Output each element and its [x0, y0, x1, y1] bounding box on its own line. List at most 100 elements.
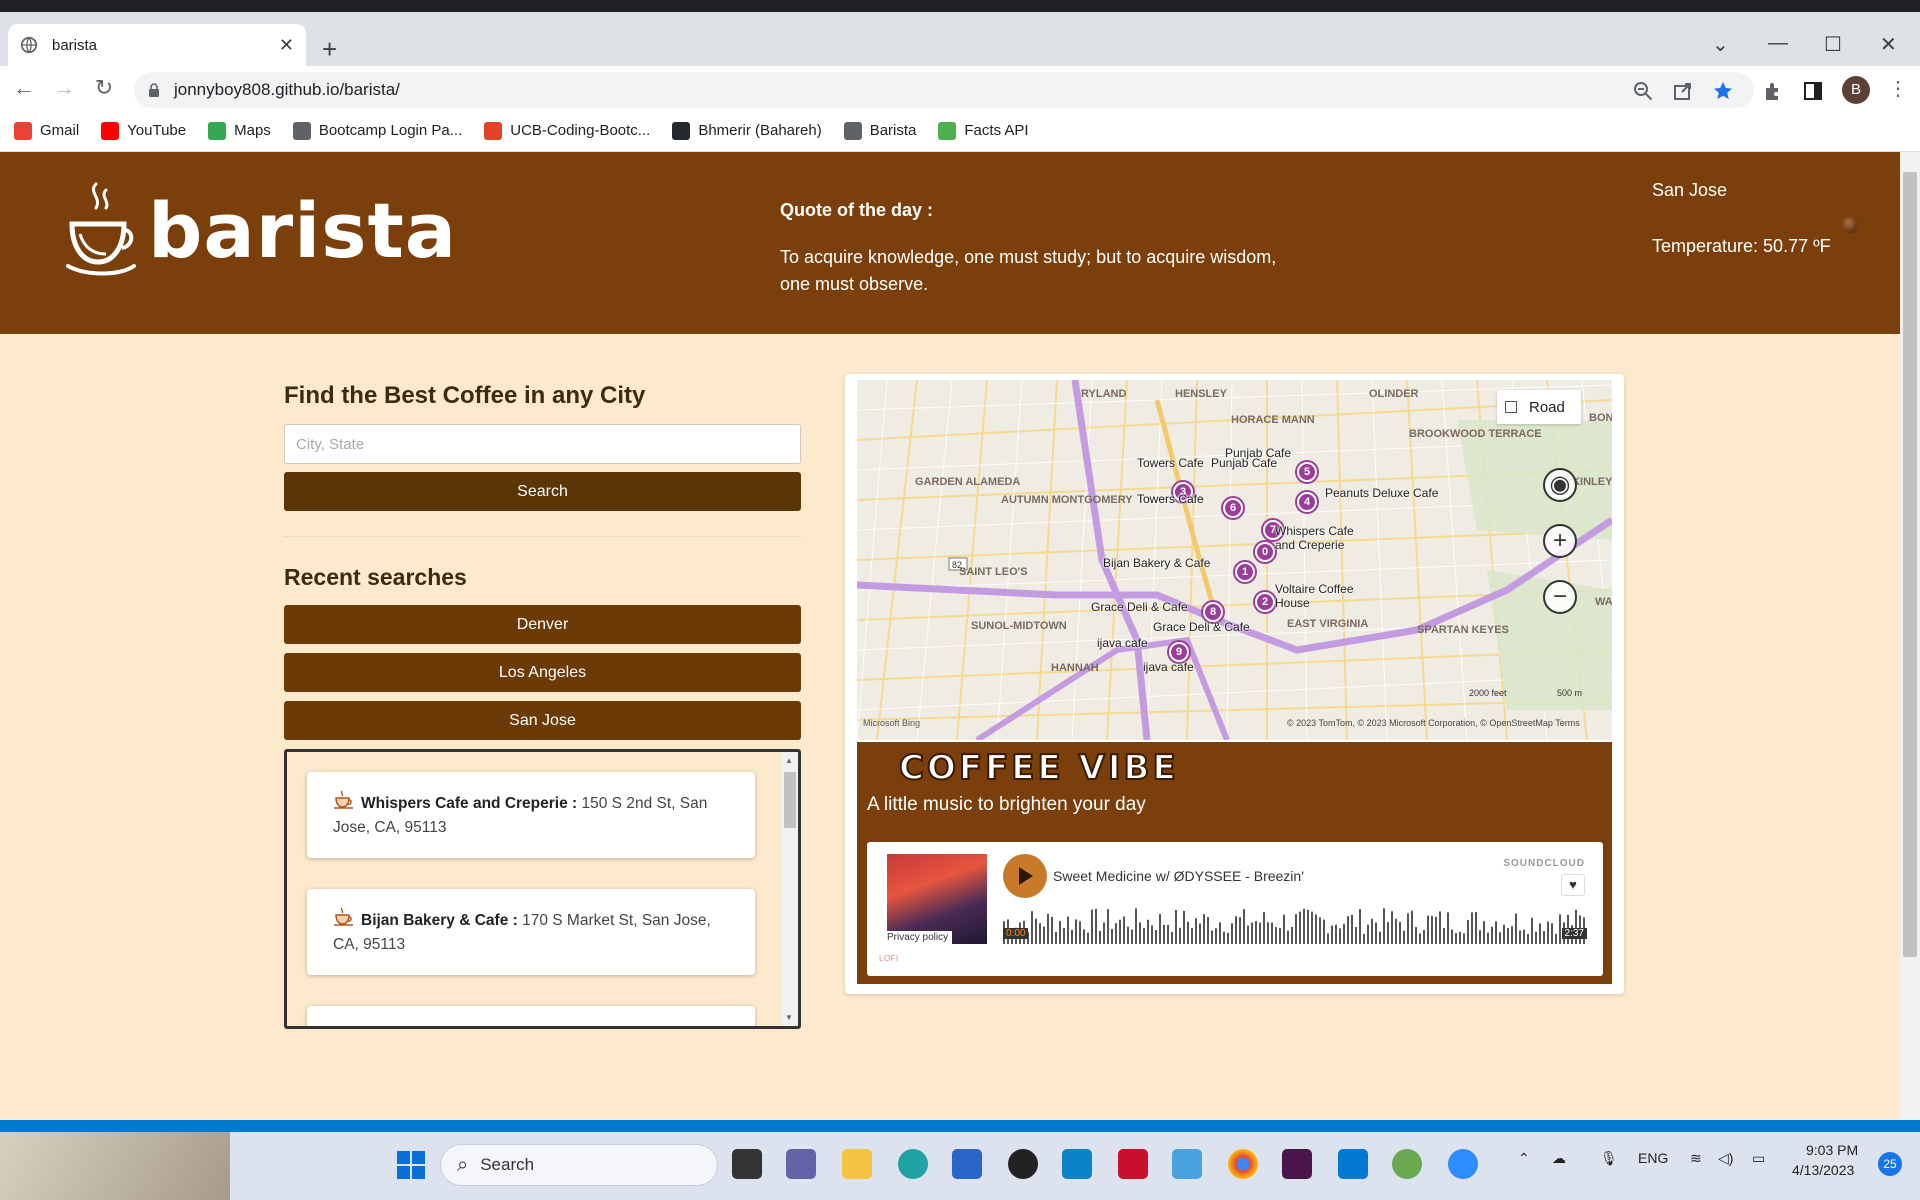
app-icon[interactable]: [1392, 1149, 1422, 1179]
results-list[interactable]: Whispers Cafe and Creperie : 150 S 2nd S…: [284, 749, 801, 1029]
reload-icon[interactable]: ↻: [84, 75, 124, 101]
browser-tab[interactable]: barista ✕: [8, 24, 306, 66]
recent-search-los-angeles[interactable]: Los Angeles: [284, 653, 801, 692]
track-title[interactable]: Sweet Medicine w/ ØDYSSEE - Breezin': [1053, 868, 1304, 884]
coffee-cup-logo-icon: [66, 182, 136, 276]
side-panel-icon[interactable]: [1802, 80, 1824, 102]
bing-logo[interactable]: Microsoft Bing: [863, 718, 920, 728]
language-indicator[interactable]: ENG: [1638, 1150, 1668, 1166]
maximize-icon[interactable]: ☐: [1824, 32, 1842, 57]
city-search-input[interactable]: [284, 424, 801, 464]
search-button[interactable]: Search: [284, 472, 801, 511]
bookmark-facts-api[interactable]: Facts API: [938, 121, 1029, 140]
waveform-bar: [1083, 929, 1085, 944]
minimize-icon[interactable]: —: [1768, 32, 1788, 55]
soundcloud-logo[interactable]: SOUNDCLOUD: [1503, 858, 1585, 869]
cloud-icon[interactable]: ☁: [1552, 1150, 1566, 1167]
dell-icon[interactable]: [1008, 1149, 1038, 1179]
chrome-icon[interactable]: [1228, 1149, 1258, 1179]
close-tab-icon[interactable]: ✕: [279, 35, 294, 56]
map-pin[interactable]: 1: [1235, 562, 1255, 582]
zoom-icon[interactable]: [1632, 80, 1654, 102]
clock-time[interactable]: 9:03 PM: [1806, 1142, 1858, 1158]
bookmark-star-icon[interactable]: [1712, 80, 1734, 102]
bookmark-bootcamp-login-pa[interactable]: Bootcamp Login Pa...: [292, 121, 462, 140]
scroll-up-icon[interactable]: ▲: [785, 756, 793, 765]
teams-icon[interactable]: [786, 1149, 816, 1179]
recent-search-san-jose[interactable]: San Jose: [284, 701, 801, 740]
map-pin[interactable]: 4: [1297, 492, 1317, 512]
recent-search-denver[interactable]: Denver: [284, 605, 801, 644]
soundcloud-player[interactable]: Privacy policy Sweet Medicine w/ ØDYSSEE…: [867, 842, 1603, 976]
page-scroll-thumb[interactable]: [1903, 172, 1917, 957]
forward-icon[interactable]: →: [44, 75, 84, 101]
share-icon[interactable]: [1672, 80, 1694, 102]
wifi-icon[interactable]: ≋: [1690, 1150, 1702, 1167]
start-icon[interactable]: [396, 1150, 426, 1180]
vscode-icon[interactable]: [1338, 1149, 1368, 1179]
profile-avatar[interactable]: B: [1842, 76, 1870, 104]
edge-icon[interactable]: [898, 1149, 928, 1179]
results-scrollbar[interactable]: ▲ ▼: [782, 752, 798, 1026]
bookmark-bhmerir-bahareh[interactable]: Bhmerir (Bahareh): [672, 121, 822, 140]
notification-badge[interactable]: 25: [1878, 1152, 1902, 1176]
page-scrollbar[interactable]: [1900, 152, 1920, 1120]
map-pin[interactable]: 8: [1203, 602, 1223, 622]
bookmark-youtube[interactable]: YouTube: [101, 121, 186, 140]
bookmark-ucb-coding-bootc[interactable]: UCB-Coding-Bootc...: [484, 121, 650, 140]
waveform-bar: [1075, 919, 1077, 944]
result-card[interactable]: Whispers Cafe and Creperie : 150 S 2nd S…: [307, 772, 755, 858]
app-icon[interactable]: [1172, 1149, 1202, 1179]
address-bar[interactable]: jonnyboy808.github.io/barista/: [134, 72, 1754, 108]
zoom-in-icon[interactable]: +: [1543, 524, 1577, 558]
bookmark-maps[interactable]: Maps: [208, 121, 271, 140]
like-icon[interactable]: ♥: [1561, 874, 1585, 896]
waveform-bar: [1523, 929, 1525, 944]
file-explorer-icon[interactable]: [842, 1149, 872, 1179]
clock-date[interactable]: 4/13/2023: [1792, 1162, 1854, 1178]
waveform-bar: [1283, 914, 1285, 944]
privacy-policy-link[interactable]: Privacy policy: [883, 931, 953, 944]
bing-map[interactable]: 8 2 RYLAND HENSLEY HORACE MANN OLINDER BONITA…: [857, 380, 1612, 740]
map-pin[interactable]: 0: [1255, 542, 1275, 562]
map-pin[interactable]: 2: [1255, 592, 1275, 612]
store-icon[interactable]: [952, 1149, 982, 1179]
waveform-bar: [1247, 925, 1249, 944]
zoom-app-icon[interactable]: [1448, 1149, 1478, 1179]
volume-icon[interactable]: ◁): [1718, 1150, 1733, 1167]
bookmark-barista[interactable]: Barista: [843, 121, 916, 140]
genre-tag[interactable]: LOFI: [879, 954, 899, 963]
close-window-icon[interactable]: ✕: [1880, 32, 1897, 57]
scroll-thumb[interactable]: [784, 772, 796, 828]
app-icon[interactable]: [1062, 1149, 1092, 1179]
locate-me-icon[interactable]: ◉: [1543, 468, 1577, 502]
tab-search-icon[interactable]: ⌄: [1712, 32, 1729, 57]
result-card[interactable]: [307, 1006, 755, 1026]
map-pin[interactable]: 5: [1297, 462, 1317, 482]
waveform[interactable]: [1003, 904, 1587, 944]
scroll-down-icon[interactable]: ▼: [785, 1013, 793, 1022]
task-view-icon[interactable]: [732, 1149, 762, 1179]
mic-icon[interactable]: 🎙: [1600, 1150, 1618, 1167]
barista-logo[interactable]: barista: [66, 180, 457, 280]
tray-expand-icon[interactable]: ⌃: [1518, 1150, 1530, 1167]
back-icon[interactable]: ←: [4, 75, 44, 101]
map-neighborhood-label: HANNAH: [1051, 662, 1099, 674]
mcafee-icon[interactable]: [1118, 1149, 1148, 1179]
slack-icon[interactable]: [1282, 1149, 1312, 1179]
zoom-out-icon[interactable]: −: [1543, 580, 1577, 614]
menu-icon[interactable]: ⋮: [1888, 76, 1910, 100]
result-card[interactable]: Bijan Bakery & Cafe : 170 S Market St, S…: [307, 889, 755, 975]
extensions-icon[interactable]: [1762, 80, 1784, 102]
map-attribution[interactable]: © 2023 TomTom, © 2023 Microsoft Corporat…: [1287, 718, 1580, 728]
play-button[interactable]: [1003, 854, 1047, 898]
new-tab-icon[interactable]: +: [322, 34, 337, 65]
map-pin[interactable]: 9: [1169, 642, 1189, 662]
map-pin[interactable]: 6: [1223, 498, 1243, 518]
battery-icon[interactable]: ▭: [1752, 1150, 1765, 1167]
taskbar-search[interactable]: ⌕ Search: [440, 1144, 718, 1186]
map-style-button[interactable]: Road: [1497, 390, 1581, 424]
bookmark-gmail[interactable]: Gmail: [14, 121, 79, 140]
waveform-bar: [1147, 919, 1149, 944]
track-artwork[interactable]: Privacy policy: [883, 854, 987, 944]
